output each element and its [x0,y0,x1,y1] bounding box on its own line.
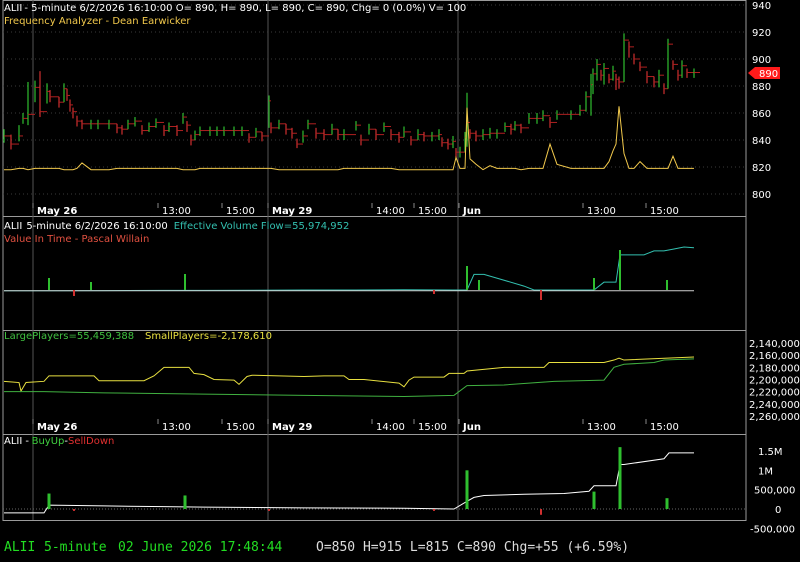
selldown-bar [268,509,270,511]
price-title: ALII - 5-minute 6/2/2026 16:10:00 O= 890,… [4,3,466,14]
volume-bar-up [466,266,468,290]
players-tick-label: 2,260,000 [749,412,800,423]
x-tick-label: 15:00 [418,422,447,433]
status-ohlc: O=850 H=915 L=815 C=890 Chg=+55 (+6.59%) [316,540,630,555]
selldown-bar [433,509,435,511]
buyup-bar [465,470,469,509]
volume-subtitle: Value In Time - Pascal Willain [4,234,149,245]
selldown-bar [73,509,75,511]
small-players-label: SmallPlayers=-2,178,610 [145,331,272,342]
status-datetime: 02 June 2026 17:48:44 [118,540,283,555]
panel-frames [2,0,747,521]
y-axis-labels: 940 920 900 880 860 840 820 800 2,140,0002,160,0… [749,1,800,533]
buyup-bar [618,447,622,509]
buyup-bar [183,495,187,509]
panel-frame-buyup [2,434,747,521]
price-tick-label: 820 [752,163,771,174]
x-tick-label: 13:00 [162,206,191,217]
volume-bar-up [593,278,595,290]
x-tick-label: 13:00 [587,422,616,433]
x-tick-label: May 29 [272,422,312,433]
status-interval: 5-minute [44,540,107,555]
price-tick-label: 920 [752,28,771,39]
volume-bar-up [619,250,621,290]
buyup-tick-label: 500,000 [754,486,795,497]
last-price-value: 890 [759,69,778,80]
volume-bar-up [90,282,92,290]
volume-bar-up [478,280,480,290]
x-tick-label: Jun [462,422,481,433]
players-tick-label: 2,160,000 [749,351,800,362]
volume-bar-up [48,278,50,290]
players-tick-label: 2,140,000 [749,339,800,350]
last-price-tag[interactable]: 890 [748,67,780,80]
buyup-selldown-line [4,452,694,514]
x-tick-label: 14:00 [376,206,405,217]
effective-volume-flow-line [4,246,695,292]
status-bar: ALII 5-minute 02 June 2026 17:48:44 O=85… [0,533,800,562]
x-tick-label: May 29 [272,206,312,217]
price-tick-label: 940 [752,1,771,12]
x-tick-label: 15:00 [226,422,255,433]
buyup-bar [592,491,596,509]
panel-frame-players [2,330,747,435]
volume-bar-up [666,280,668,290]
price-tick-label: 840 [752,136,771,147]
x-tick-label: Jun [462,206,481,217]
x-tick-label: 13:00 [587,206,616,217]
x-tick-label: 15:00 [418,206,447,217]
buyup-bar [47,493,51,509]
price-tick-label: 800 [752,190,771,201]
players-tick-label: 2,200,000 [749,376,800,387]
small-players-line [4,358,695,398]
x-tick-label: 15:00 [226,206,255,217]
x-tick-label: 15:00 [650,206,679,217]
x-tick-label: 13:00 [162,422,191,433]
price-tick-label: 900 [752,55,771,66]
buyup-tick-label: -500,000 [750,524,795,533]
large-players-line [3,356,695,393]
players-tick-label: 2,180,000 [749,363,800,374]
grid [3,0,746,520]
frequency-analyzer-line [4,106,694,171]
x-tick-label: 14:00 [376,422,405,433]
large-players-label: LargePlayers=55,459,388 [4,331,134,342]
buyup-title: ALII - BuyUp-SellDown [4,436,114,447]
players-tick-label: 2,220,000 [749,388,800,399]
players-tick-label: 2,240,000 [749,400,800,411]
buyup-tick-label: 0 [775,505,781,516]
volume-bar-down [433,290,435,294]
buyup-tick-label: 1M [758,466,773,477]
x-tick-label: May 26 [37,422,77,433]
buyup-bar [665,498,669,509]
price-tick-label: 860 [752,109,771,120]
price-subtitle: Frequency Analyzer - Dean Earwicker [4,16,191,27]
chart-canvas: ALII - 5-minute 6/2/2026 16:10:00 O= 890,… [2,0,800,533]
panel-frame-price [2,0,747,217]
buyup-tick-label: 1.5M [758,447,783,458]
status-symbol: ALII [4,540,36,555]
x-tick-label: May 26 [37,206,77,217]
selldown-bar [540,509,542,515]
volume-title: ALII 5-minute 6/2/2026 16:10:00 Effective … [4,221,349,232]
x-tick-label: 15:00 [650,422,679,433]
volume-bar-down [540,290,542,300]
volume-bar-up [184,274,186,290]
volume-bar-down [73,290,75,296]
price-tick-label: 880 [752,82,771,93]
